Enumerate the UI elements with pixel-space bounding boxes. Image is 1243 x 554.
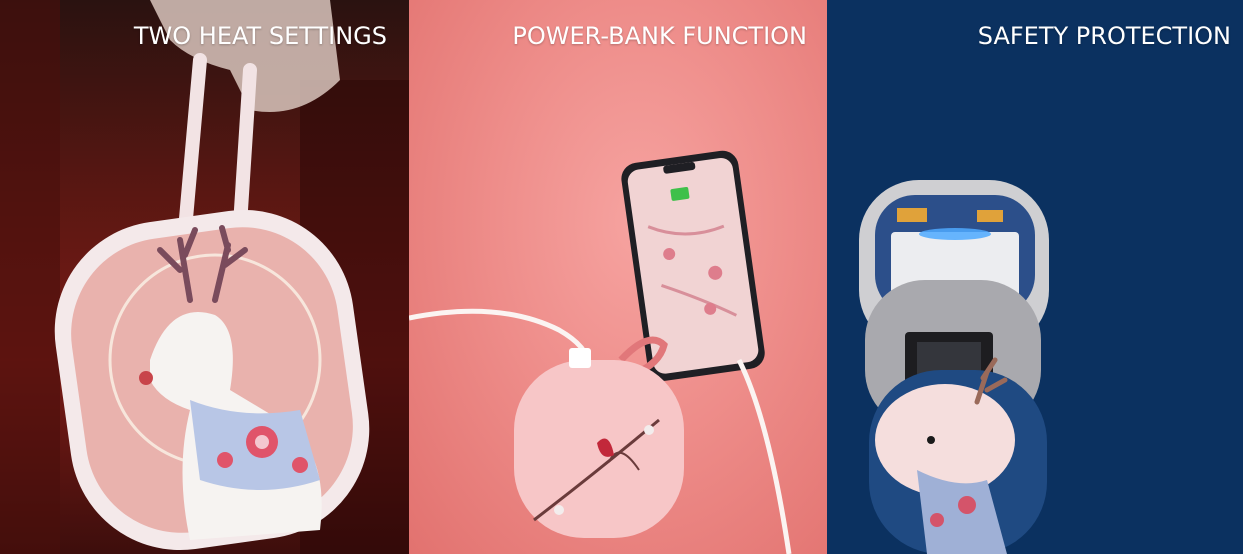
caption-power-bank-function: POWER-BANK FUNCTION bbox=[512, 22, 807, 50]
power-bank-phone-illustration bbox=[409, 150, 792, 554]
caption-two-heat-settings: TWO HEAT SETTINGS bbox=[133, 22, 387, 50]
panel-safety-protection: SAFETY PROTECTION bbox=[827, 0, 1243, 554]
exploded-device-illustration bbox=[859, 180, 1049, 554]
panel-power-bank-function: POWER-BANK FUNCTION bbox=[409, 0, 827, 554]
hand-warmer-deer-illustration bbox=[0, 0, 409, 554]
feature-banner: TWO HEAT SETTINGS POWER-BANK FUNCTION SA… bbox=[0, 0, 1243, 554]
panel-two-heat-settings: TWO HEAT SETTINGS bbox=[0, 0, 409, 554]
caption-safety-protection: SAFETY PROTECTION bbox=[977, 22, 1231, 50]
